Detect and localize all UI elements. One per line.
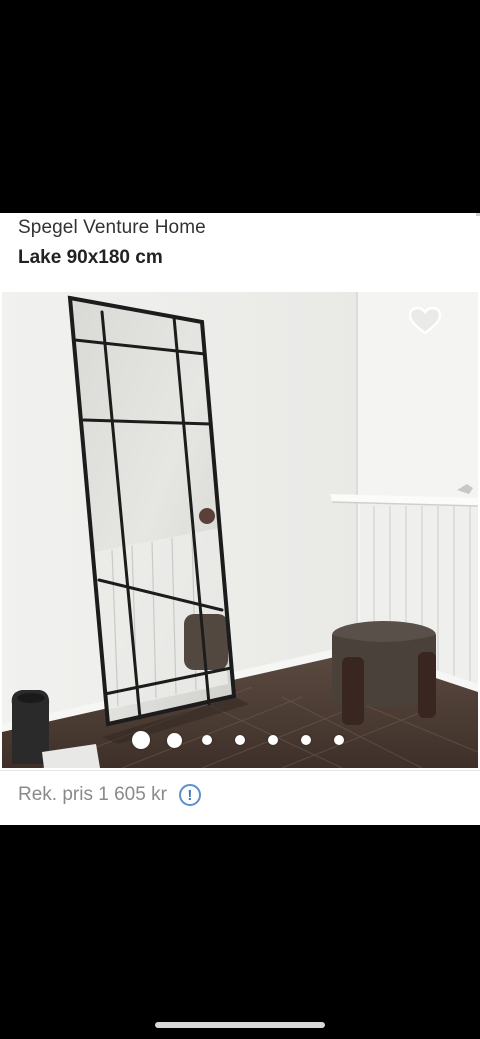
carousel-dot[interactable]	[235, 735, 245, 745]
carousel-dot[interactable]	[301, 735, 311, 745]
carousel-dot[interactable]	[268, 735, 278, 745]
heart-outline-icon	[408, 306, 442, 335]
info-icon[interactable]: !	[178, 784, 201, 806]
carousel-dot[interactable]	[334, 735, 344, 745]
product-brand: Spegel Venture Home	[18, 217, 206, 238]
carousel-dot[interactable]	[166, 732, 182, 748]
product-image	[2, 292, 478, 768]
carousel-dot[interactable]	[132, 731, 150, 749]
product-card[interactable]: Spegel Venture Home Lake 90x180 cm Rek. …	[0, 213, 480, 825]
divider	[0, 770, 480, 771]
favorite-button[interactable]	[408, 306, 442, 336]
home-indicator[interactable]	[155, 1022, 325, 1028]
product-image-carousel[interactable]	[2, 292, 478, 768]
recommended-price: Rek. pris 1 605 kr	[18, 784, 167, 805]
scroll-indicator	[476, 213, 480, 216]
carousel-pagination[interactable]	[2, 730, 478, 750]
carousel-dot[interactable]	[202, 735, 212, 745]
product-title: Lake 90x180 cm	[18, 247, 163, 268]
price-row: Rek. pris 1 605 kr !	[18, 782, 201, 808]
